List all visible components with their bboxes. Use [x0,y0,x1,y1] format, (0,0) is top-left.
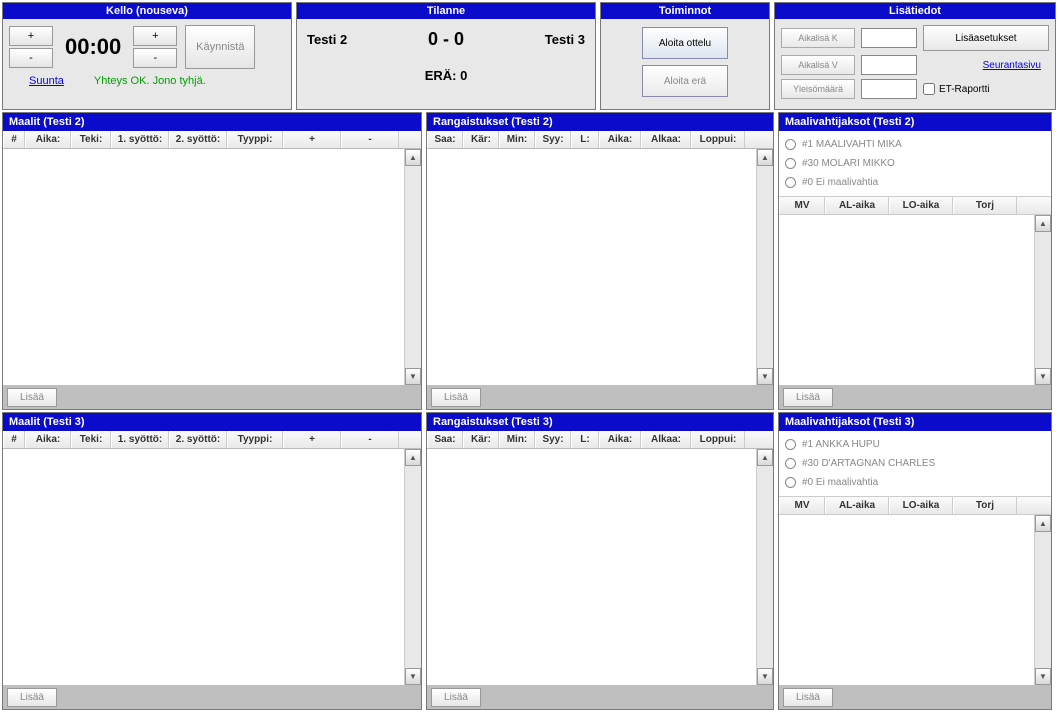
scroll-up-icon[interactable]: ▲ [757,149,773,166]
actions-header: Toiminnot [601,3,769,19]
scrollbar[interactable]: ▲ ▼ [1034,215,1051,385]
clock-display: 00:00 [61,34,125,60]
et-report-label: ET-Raportti [939,84,990,95]
radio-icon[interactable] [785,439,796,450]
scroll-down-icon[interactable]: ▼ [1035,668,1051,685]
clock-min-minus[interactable]: - [9,48,53,68]
direction-link[interactable]: Suunta [29,75,64,87]
timeout-away-input[interactable] [861,55,917,75]
radio-icon[interactable] [785,477,796,488]
attendance-input[interactable] [861,79,917,99]
goals-home-columns: # Aika: Teki: 1. syöttö: 2. syöttö: Tyyp… [3,131,421,149]
score-header: Tilanne [297,3,595,19]
et-report-row[interactable]: ET-Raportti [923,83,1049,95]
scrollbar[interactable]: ▲ ▼ [404,149,421,385]
clock-panel: Kello (nouseva) + - 00:00 + - Käynnistä … [2,2,292,110]
goalie-option[interactable]: #0 Ei maalivahtia [785,473,1045,492]
goalie-option[interactable]: #30 D'ARTAGNAN CHARLES [785,454,1045,473]
period-label: ERÄ: 0 [307,68,585,83]
timeout-away-button[interactable]: Aikalisä V [781,55,855,75]
actions-panel: Toiminnot Aloita ottelu Aloita erä [600,2,770,110]
scroll-up-icon[interactable]: ▲ [405,449,421,466]
goalie-home-panel: Maalivahtijaksot (Testi 2) #1 MAALIVAHTI… [778,112,1052,410]
clock-sec-plus[interactable]: + [133,26,177,46]
add-penalty-away-button[interactable]: Lisää [431,688,481,707]
penalties-away-header: Rangaistukset (Testi 3) [427,413,773,431]
timeout-home-input[interactable] [861,28,917,48]
add-penalty-home-button[interactable]: Lisää [431,388,481,407]
add-goal-away-button[interactable]: Lisää [7,688,57,707]
goalie-option[interactable]: #0 Ei maalivahtia [785,173,1045,192]
goalie-option[interactable]: #1 ANKKA HUPU [785,435,1045,454]
scroll-up-icon[interactable]: ▲ [757,449,773,466]
scrollbar[interactable]: ▲ ▼ [1034,515,1051,685]
score-panel: Tilanne Testi 2 0 - 0 Testi 3 ERÄ: 0 [296,2,596,110]
scrollbar[interactable]: ▲ ▼ [756,449,773,685]
scroll-up-icon[interactable]: ▲ [1035,215,1051,232]
add-goalie-period-away-button[interactable]: Lisää [783,688,833,707]
scroll-down-icon[interactable]: ▼ [757,668,773,685]
scroll-down-icon[interactable]: ▼ [1035,368,1051,385]
extras-panel: Lisätiedot Aikalisä K Lisäasetukset Aika… [774,2,1056,110]
radio-icon[interactable] [785,158,796,169]
goals-home-header: Maalit (Testi 2) [3,113,421,131]
radio-icon[interactable] [785,177,796,188]
connection-status: Yhteys OK. Jono tyhjä. [94,75,206,87]
start-period-button[interactable]: Aloita erä [642,65,728,97]
scroll-down-icon[interactable]: ▼ [757,368,773,385]
home-team-name: Testi 2 [307,32,347,47]
penalties-away-panel: Rangaistukset (Testi 3) Saa: Kär: Min: S… [426,412,774,710]
scroll-up-icon[interactable]: ▲ [405,149,421,166]
goals-away-header: Maalit (Testi 3) [3,413,421,431]
clock-header: Kello (nouseva) [3,3,291,19]
goals-home-panel: Maalit (Testi 2) # Aika: Teki: 1. syöttö… [2,112,422,410]
clock-sec-minus[interactable]: - [133,48,177,68]
scrollbar[interactable]: ▲ ▼ [756,149,773,385]
radio-icon[interactable] [785,139,796,150]
scroll-down-icon[interactable]: ▼ [405,368,421,385]
radio-icon[interactable] [785,458,796,469]
et-report-checkbox[interactable] [923,83,935,95]
penalties-home-panel: Rangaistukset (Testi 2) Saa: Kär: Min: S… [426,112,774,410]
scroll-down-icon[interactable]: ▼ [405,668,421,685]
timeout-home-button[interactable]: Aikalisä K [781,28,855,48]
tracking-page-link[interactable]: Seurantasivu [923,60,1049,71]
scrollbar[interactable]: ▲ ▼ [404,449,421,685]
more-settings-button[interactable]: Lisäasetukset [923,25,1049,51]
goals-away-panel: Maalit (Testi 3) # Aika: Teki: 1. syöttö… [2,412,422,710]
goalie-option[interactable]: #1 MAALIVAHTI MIKA [785,135,1045,154]
score-value: 0 - 0 [428,29,464,50]
extras-header: Lisätiedot [775,3,1055,19]
attendance-button[interactable]: Yleisömäärä [781,79,855,99]
goalie-away-header: Maalivahtijaksot (Testi 3) [779,413,1051,431]
start-clock-button[interactable]: Käynnistä [185,25,255,69]
goalie-home-header: Maalivahtijaksot (Testi 2) [779,113,1051,131]
goalie-option[interactable]: #30 MOLARI MIKKO [785,154,1045,173]
add-goal-home-button[interactable]: Lisää [7,388,57,407]
scroll-up-icon[interactable]: ▲ [1035,515,1051,532]
penalties-home-header: Rangaistukset (Testi 2) [427,113,773,131]
away-team-name: Testi 3 [545,32,585,47]
start-match-button[interactable]: Aloita ottelu [642,27,728,59]
goalie-away-panel: Maalivahtijaksot (Testi 3) #1 ANKKA HUPU… [778,412,1052,710]
clock-min-plus[interactable]: + [9,26,53,46]
add-goalie-period-home-button[interactable]: Lisää [783,388,833,407]
